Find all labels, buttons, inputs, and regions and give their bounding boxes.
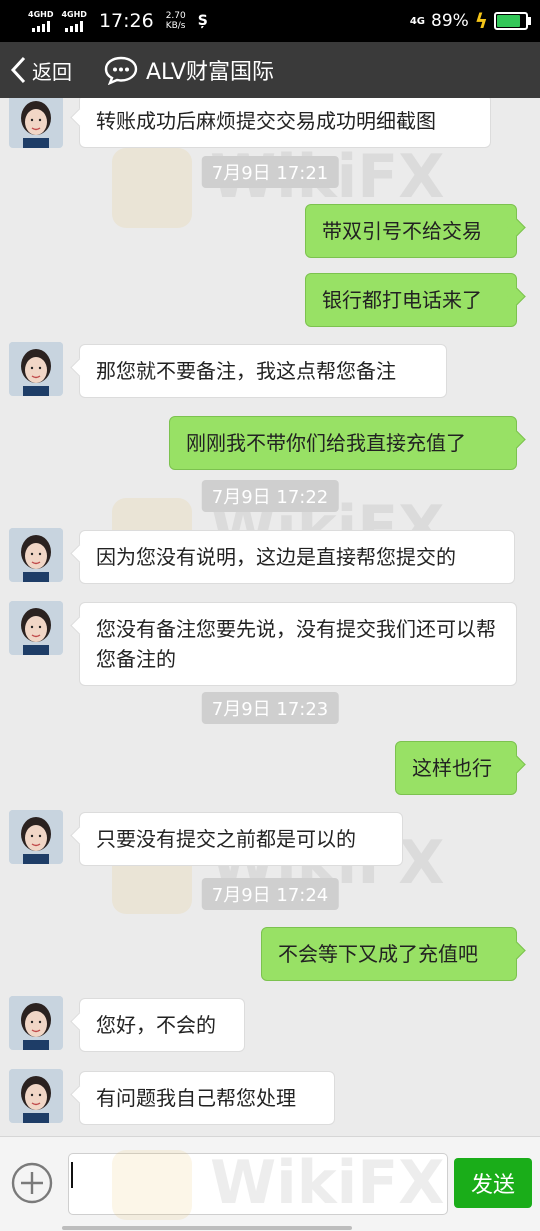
avatar[interactable] [9, 996, 63, 1050]
avatar[interactable] [9, 342, 63, 396]
charging-icon: ϟ [474, 9, 488, 33]
timestamp: 7月9日 17:23 [201, 692, 339, 724]
back-label: 返回 [32, 59, 72, 84]
message-bubble-outgoing[interactable]: 刚刚我不带你们给我直接充值了 [169, 416, 517, 470]
message-bubble-incoming[interactable]: 有问题我自己帮您处理 [79, 1071, 335, 1125]
status-bar: 4GHD 4GHD 17:26 2.70 KB/s Ș 4G 89% ϟ [0, 0, 540, 42]
chat-bubble-icon [104, 56, 138, 85]
signal-icon: 4GHD [28, 9, 54, 32]
signal-icon-2: 4GHD [61, 9, 87, 32]
avatar[interactable] [9, 1069, 63, 1123]
message-input[interactable] [68, 1153, 448, 1215]
clock: 17:26 [98, 10, 154, 32]
send-button[interactable]: 发送 [454, 1158, 532, 1208]
avatar[interactable] [9, 810, 63, 864]
chat-title: ALV财富国际 [146, 60, 274, 85]
message-bubble-outgoing[interactable]: 银行都打电话来了 [305, 273, 517, 327]
message-bubble-outgoing[interactable]: 不会等下又成了充值吧 [261, 927, 517, 981]
message-bubble-incoming[interactable]: 只要没有提交之前都是可以的 [79, 812, 403, 866]
timestamp: 7月9日 17:24 [201, 878, 339, 910]
message-bubble-incoming[interactable]: 您没有备注您要先说，没有提交我们还可以帮您备注的 [79, 602, 517, 686]
gesture-bar [62, 1226, 352, 1230]
battery-icon [494, 12, 531, 30]
network-type-1: 4GHD [28, 9, 54, 19]
notification-icon: Ș [197, 13, 208, 29]
message-list[interactable]: WikiFX WikiFX WikiFX 转账成功后麻烦提交交易成功明细截图 7… [0, 98, 540, 1136]
input-bar: 发送 [0, 1136, 540, 1231]
message-bubble-incoming[interactable]: 转账成功后麻烦提交交易成功明细截图 [79, 98, 491, 148]
chat-header: 返回 ALV财富国际 [0, 42, 540, 98]
message-bubble-outgoing[interactable]: 带双引号不给交易 [305, 204, 517, 258]
network-type-2: 4GHD [61, 9, 87, 19]
avatar[interactable] [9, 98, 63, 148]
network-speed: 2.70 KB/s [165, 11, 186, 31]
message-bubble-incoming[interactable]: 那您就不要备注，我这点帮您备注 [79, 344, 447, 398]
plus-circle-icon[interactable] [10, 1161, 54, 1205]
timestamp: 7月9日 17:22 [201, 480, 339, 512]
avatar[interactable] [9, 601, 63, 655]
message-bubble-outgoing[interactable]: 这样也行 [395, 741, 517, 795]
battery-percent: 89% [431, 11, 469, 31]
back-button[interactable]: 返回 [8, 54, 72, 86]
network-type-right: 4G [409, 15, 425, 27]
timestamp: 7月9日 17:21 [201, 156, 339, 188]
avatar[interactable] [9, 528, 63, 582]
text-caret [71, 1162, 73, 1188]
message-bubble-incoming[interactable]: 因为您没有说明，这边是直接帮您提交的 [79, 530, 515, 584]
watermark-logo [112, 148, 192, 228]
message-bubble-incoming[interactable]: 您好，不会的 [79, 998, 245, 1052]
chevron-left-icon [10, 56, 26, 84]
